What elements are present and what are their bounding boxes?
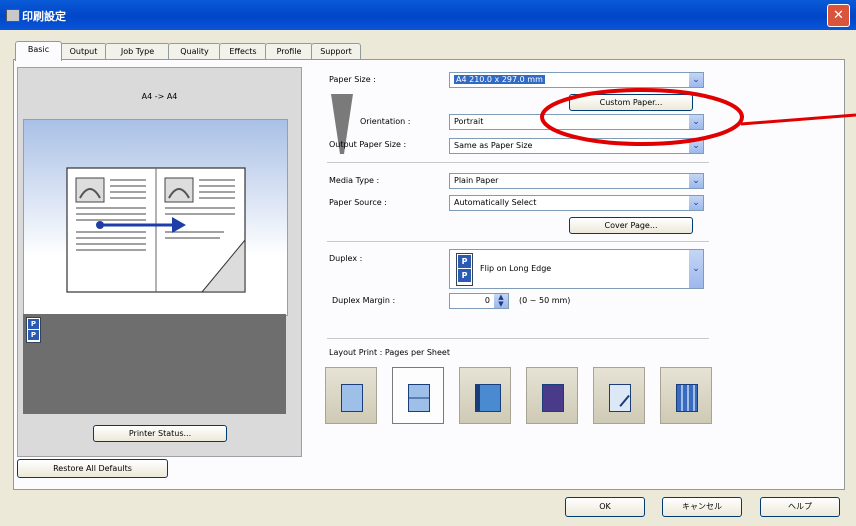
layout-poster-button[interactable] [526, 367, 578, 424]
scale-arrow-icon [609, 384, 631, 412]
duplex-label: Duplex : [329, 254, 363, 263]
layout-1-page-button[interactable] [325, 367, 377, 424]
paper-size-dropdown[interactable]: A4 210.0 x 297.0 mm ⌄ [449, 72, 704, 88]
tab-support[interactable]: Support [311, 43, 361, 60]
duplex-dropdown[interactable]: P P Flip on Long Edge ⌄ [449, 249, 704, 289]
separator [327, 338, 709, 340]
media-type-dropdown[interactable]: Plain Paper ⌄ [449, 173, 704, 189]
tab-job-type[interactable]: Job Type [105, 43, 170, 60]
preview-status-area: P P [23, 314, 286, 414]
paper-source-dropdown[interactable]: Automatically Select ⌄ [449, 195, 704, 211]
separator [327, 241, 709, 243]
spin-arrows-icon[interactable]: ▲ ▼ [494, 294, 508, 308]
tab-profile[interactable]: Profile [265, 43, 313, 60]
close-button[interactable]: ✕ [827, 4, 850, 27]
preview-pane: A4 -> A4 P P Printer Status... [17, 67, 302, 457]
paper-source-label: Paper Source : [329, 198, 387, 207]
flip-long-edge-icon: P P [456, 253, 473, 286]
orientation-label: Orientation : [360, 117, 411, 126]
paper-mapping-label: A4 -> A4 [141, 92, 178, 101]
chevron-down-icon: ⌄ [689, 73, 703, 87]
duplex-p-icon: P P [26, 317, 41, 343]
ok-button[interactable]: OK [565, 497, 645, 517]
printer-icon [6, 9, 20, 22]
separator [327, 162, 709, 164]
window-title: 印刷設定 [22, 10, 66, 23]
cancel-button[interactable]: キャンセル [662, 497, 742, 517]
title-bar: 印刷設定 ✕ [0, 0, 856, 30]
duplex-margin-range: (0 ~ 50 mm) [519, 296, 571, 305]
print-settings-window: 印刷設定 ✕ Basic Output Job Type Quality Eff… [0, 0, 856, 526]
chevron-down-icon: ⌄ [689, 139, 703, 153]
basic-tab-panel: A4 -> A4 P P Printer Status... Paper Siz… [13, 59, 845, 490]
tab-quality[interactable]: Quality [168, 43, 221, 60]
restore-all-defaults-button[interactable]: Restore All Defaults [17, 459, 168, 478]
paper-size-label: Paper Size : [329, 75, 376, 84]
tab-basic[interactable]: Basic [15, 41, 62, 61]
layout-booklet-button[interactable] [459, 367, 511, 424]
duplex-preview-illustration [66, 167, 246, 293]
booklet-icon [475, 384, 501, 412]
two-up-icon [408, 384, 430, 412]
cover-page-button[interactable]: Cover Page... [569, 217, 693, 234]
output-paper-size-dropdown[interactable]: Same as Paper Size ⌄ [449, 138, 704, 154]
media-type-label: Media Type : [329, 176, 380, 185]
layout-2-pages-button[interactable] [392, 367, 444, 424]
chevron-down-icon: ⌄ [689, 174, 703, 188]
single-page-icon [341, 384, 363, 412]
output-paper-size-label: Output Paper Size : [329, 140, 407, 149]
chevron-down-icon: ⌄ [689, 196, 703, 210]
layout-scale-button[interactable] [593, 367, 645, 424]
tab-output[interactable]: Output [60, 43, 107, 60]
duplex-margin-label: Duplex Margin : [332, 296, 396, 305]
tile-grid-icon [676, 384, 698, 412]
chevron-down-icon: ⌄ [689, 250, 703, 288]
help-button[interactable]: ヘルプ [760, 497, 840, 517]
orientation-dropdown[interactable]: Portrait ⌄ [449, 114, 704, 130]
custom-paper-button[interactable]: Custom Paper... [569, 94, 693, 111]
duplex-margin-stepper[interactable]: 0 ▲ ▼ [449, 293, 509, 309]
tab-effects[interactable]: Effects [219, 43, 267, 60]
page-preview [23, 119, 288, 316]
layout-tile-button[interactable] [660, 367, 712, 424]
poster-icon [542, 384, 564, 412]
layout-print-label: Layout Print : Pages per Sheet [329, 348, 450, 357]
chevron-down-icon: ⌄ [689, 115, 703, 129]
printer-status-button[interactable]: Printer Status... [93, 425, 227, 442]
paper-size-value: A4 210.0 x 297.0 mm [454, 75, 545, 84]
